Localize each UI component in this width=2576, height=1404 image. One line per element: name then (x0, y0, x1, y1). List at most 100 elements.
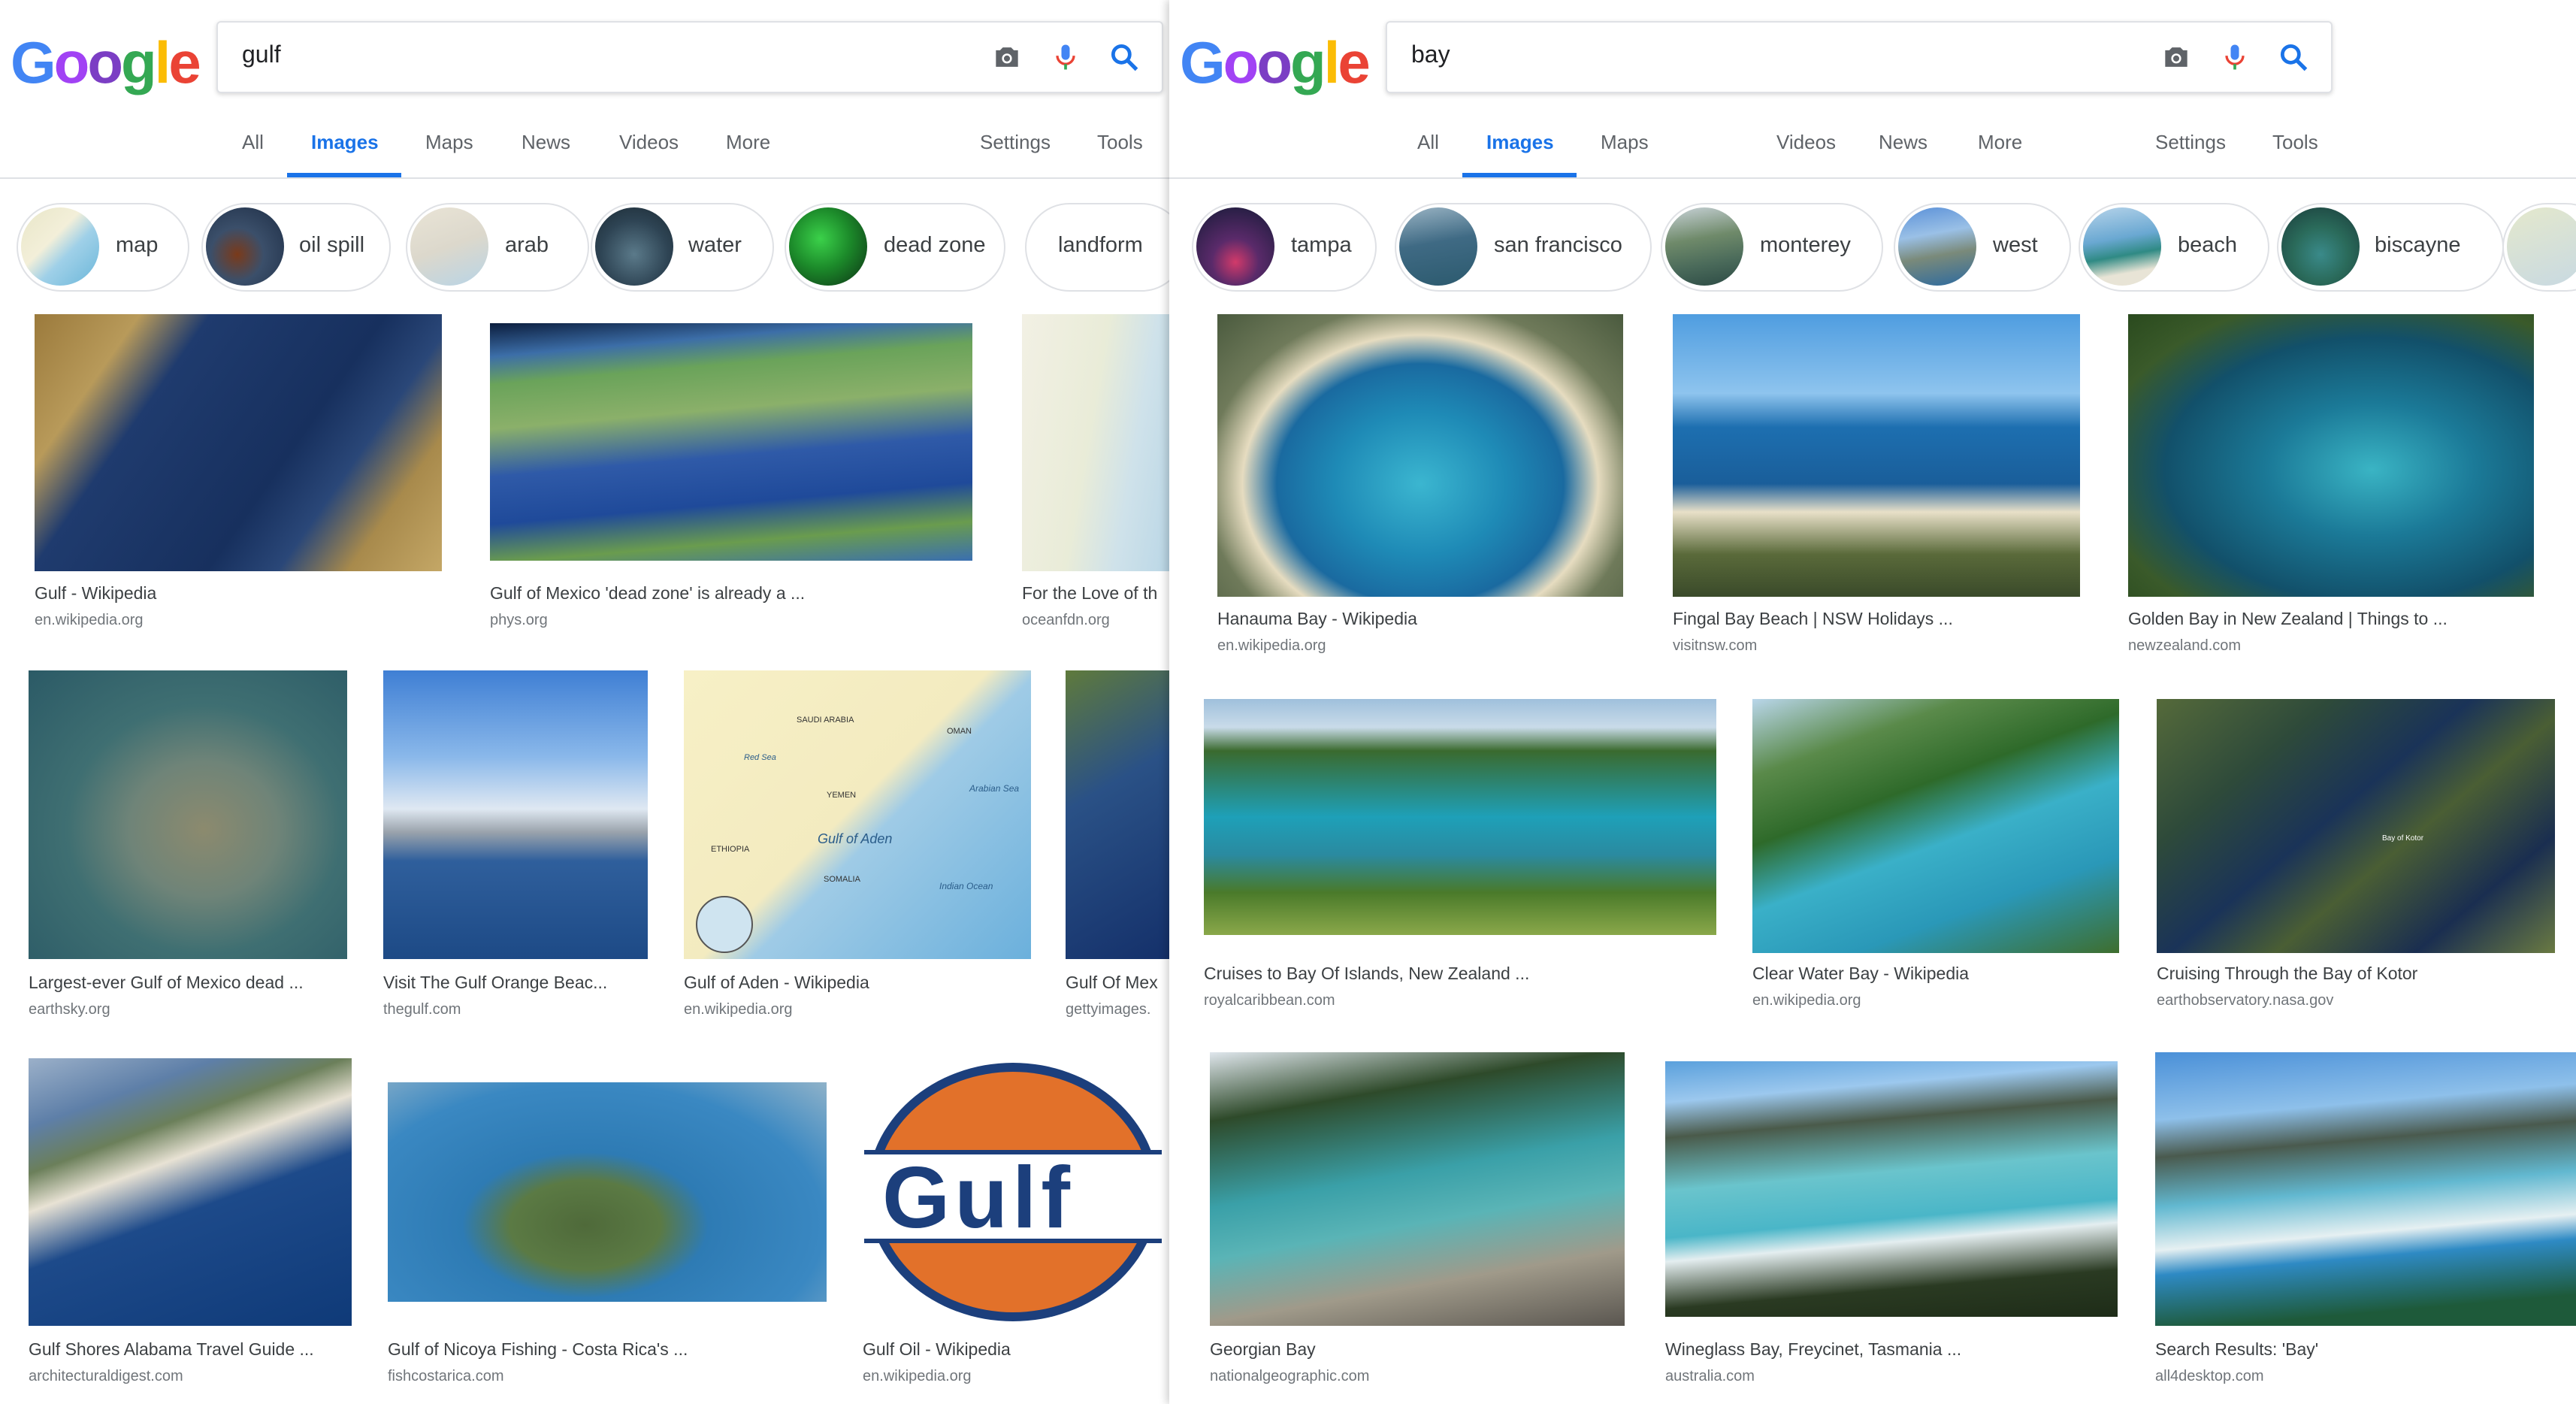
search-icon[interactable] (2277, 41, 2310, 74)
related-chip-biscayne[interactable]: biscayne (2277, 203, 2504, 292)
tab-images[interactable]: Images (1486, 131, 1554, 154)
search-input[interactable]: gulf (216, 21, 1163, 93)
image-result[interactable]: Hanauma Bay - Wikipedia en.wikipedia.org (1217, 314, 1623, 660)
result-title[interactable]: For the Love of th (1022, 583, 1172, 604)
result-thumbnail[interactable] (2155, 1052, 2576, 1326)
related-chip-map[interactable]: map (17, 203, 189, 292)
image-result[interactable]: For the Love of th oceanfdn.org (1022, 314, 1172, 630)
image-result[interactable]: Clear Water Bay - Wikipedia en.wikipedia… (1752, 699, 2119, 1015)
microphone-icon[interactable] (1049, 41, 1082, 74)
result-title[interactable]: Gulf Of Mex (1066, 973, 1172, 993)
related-chip-san-francisco[interactable]: san francisco (1395, 203, 1652, 292)
settings-link[interactable]: Settings (980, 131, 1051, 154)
image-result[interactable]: Bay of Kotor Cruising Through the Bay of… (2157, 699, 2555, 1015)
result-title[interactable]: Gulf Oil - Wikipedia (863, 1339, 1172, 1360)
result-thumbnail[interactable]: Bay of Kotor (2157, 699, 2555, 953)
result-thumbnail[interactable] (388, 1082, 827, 1302)
gulf-oil-logo-image[interactable]: Gulf (863, 1058, 1172, 1326)
google-doodle-logo[interactable]: Google (11, 29, 201, 97)
result-thumbnail[interactable] (2128, 314, 2534, 597)
tab-more[interactable]: More (726, 131, 770, 154)
active-tab-underline (1462, 173, 1577, 177)
tab-maps[interactable]: Maps (1601, 131, 1649, 154)
image-result[interactable]: SAUDI ARABIA OMAN YEMEN Gulf of Aden SOM… (684, 670, 1031, 1024)
related-chip-monterey[interactable]: monterey (1661, 203, 1883, 292)
related-chip-arab[interactable]: arab (406, 203, 589, 292)
image-result[interactable]: Golden Bay in New Zealand | Things to ..… (2128, 314, 2534, 660)
image-result[interactable]: Gulf Of Mex gettyimages. (1066, 670, 1172, 1024)
result-title[interactable]: Largest-ever Gulf of Mexico dead ... (29, 973, 347, 993)
result-thumbnail[interactable] (1217, 314, 1623, 597)
related-chip-tampa[interactable]: tampa (1192, 203, 1377, 292)
related-chip-beach[interactable]: beach (2079, 203, 2269, 292)
tab-all[interactable]: All (242, 131, 264, 154)
tab-videos[interactable]: Videos (1776, 131, 1836, 154)
result-thumbnail[interactable] (383, 670, 648, 959)
tab-news[interactable]: News (522, 131, 570, 154)
related-chip-landform[interactable]: landform (1025, 203, 1172, 292)
related-chip-dead-zone[interactable]: dead zone (785, 203, 1005, 292)
result-title[interactable]: Hanauma Bay - Wikipedia (1217, 609, 1623, 629)
result-title[interactable]: Gulf Shores Alabama Travel Guide ... (29, 1339, 352, 1360)
image-result[interactable]: Gulf Gulf Oil - Wikipedia en.wikipedia.o… (863, 1058, 1172, 1389)
result-title[interactable]: Search Results: 'Bay' (2155, 1339, 2576, 1360)
search-query-text[interactable]: gulf (242, 41, 281, 68)
map-gulf-of-aden[interactable]: SAUDI ARABIA OMAN YEMEN Gulf of Aden SOM… (684, 670, 1031, 959)
result-thumbnail[interactable] (35, 314, 442, 571)
image-result[interactable]: Visit The Gulf Orange Beac... thegulf.co… (383, 670, 648, 1024)
result-title[interactable]: Fingal Bay Beach | NSW Holidays ... (1673, 609, 2080, 629)
result-title[interactable]: Gulf of Aden - Wikipedia (684, 973, 1031, 993)
camera-icon[interactable] (2160, 41, 2193, 74)
tools-link[interactable]: Tools (2272, 131, 2318, 154)
result-thumbnail[interactable] (1665, 1061, 2118, 1317)
result-thumbnail[interactable] (1022, 314, 1172, 571)
tab-images[interactable]: Images (311, 131, 379, 154)
result-title[interactable]: Georgian Bay (1210, 1339, 1625, 1360)
image-result[interactable]: Georgian Bay nationalgeographic.com (1210, 1052, 1625, 1390)
tab-maps[interactable]: Maps (425, 131, 473, 154)
result-title[interactable]: Gulf of Nicoya Fishing - Costa Rica's ..… (388, 1339, 827, 1360)
result-title[interactable]: Cruising Through the Bay of Kotor (2157, 964, 2555, 984)
settings-link[interactable]: Settings (2155, 131, 2226, 154)
image-result[interactable]: Gulf - Wikipedia en.wikipedia.org (35, 314, 442, 630)
image-result[interactable]: Gulf of Mexico 'dead zone' is already a … (490, 323, 972, 631)
image-result[interactable]: Wineglass Bay, Freycinet, Tasmania ... a… (1665, 1061, 2118, 1392)
google-doodle-logo[interactable]: Google (1180, 29, 1371, 97)
image-result[interactable]: Search Results: 'Bay' all4desktop.com (2155, 1052, 2576, 1390)
microphone-icon[interactable] (2218, 41, 2251, 74)
result-thumbnail[interactable] (29, 1058, 352, 1326)
image-result[interactable]: Gulf of Nicoya Fishing - Costa Rica's ..… (388, 1082, 827, 1390)
image-result[interactable]: Largest-ever Gulf of Mexico dead ... ear… (29, 670, 347, 1024)
tab-news[interactable]: News (1879, 131, 1927, 154)
result-thumbnail[interactable] (1210, 1052, 1625, 1326)
result-title[interactable]: Wineglass Bay, Freycinet, Tasmania ... (1665, 1339, 2118, 1360)
result-title[interactable]: Visit The Gulf Orange Beac... (383, 973, 648, 993)
related-chip-more[interactable] (2502, 203, 2576, 292)
result-thumbnail[interactable] (29, 670, 347, 959)
related-chip-oil-spill[interactable]: oil spill (201, 203, 391, 292)
related-chip-west[interactable]: west (1894, 203, 2071, 292)
result-thumbnail[interactable] (1204, 699, 1716, 935)
related-chip-water[interactable]: water (591, 203, 774, 292)
result-title[interactable]: Clear Water Bay - Wikipedia (1752, 964, 2119, 984)
result-title[interactable]: Golden Bay in New Zealand | Things to ..… (2128, 609, 2534, 629)
search-icon[interactable] (1108, 41, 1141, 74)
image-result[interactable]: Fingal Bay Beach | NSW Holidays ... visi… (1673, 314, 2080, 660)
image-result[interactable]: Cruises to Bay Of Islands, New Zealand .… (1204, 699, 1716, 1015)
result-thumbnail[interactable] (1673, 314, 2080, 597)
search-input[interactable]: bay (1386, 21, 2333, 93)
result-thumbnail[interactable] (1752, 699, 2119, 953)
image-result[interactable]: Gulf Shores Alabama Travel Guide ... arc… (29, 1058, 352, 1389)
tools-link[interactable]: Tools (1097, 131, 1143, 154)
result-title[interactable]: Gulf of Mexico 'dead zone' is already a … (490, 583, 972, 604)
result-thumbnail[interactable] (1066, 670, 1172, 959)
tab-videos[interactable]: Videos (619, 131, 679, 154)
result-title[interactable]: Cruises to Bay Of Islands, New Zealand .… (1204, 964, 1716, 984)
tab-more[interactable]: More (1978, 131, 2022, 154)
search-query-text[interactable]: bay (1411, 41, 1450, 68)
result-thumbnail[interactable] (490, 323, 972, 561)
chip-thumbnail (595, 207, 673, 286)
tab-all[interactable]: All (1417, 131, 1439, 154)
result-title[interactable]: Gulf - Wikipedia (35, 583, 442, 604)
camera-icon[interactable] (990, 41, 1023, 74)
